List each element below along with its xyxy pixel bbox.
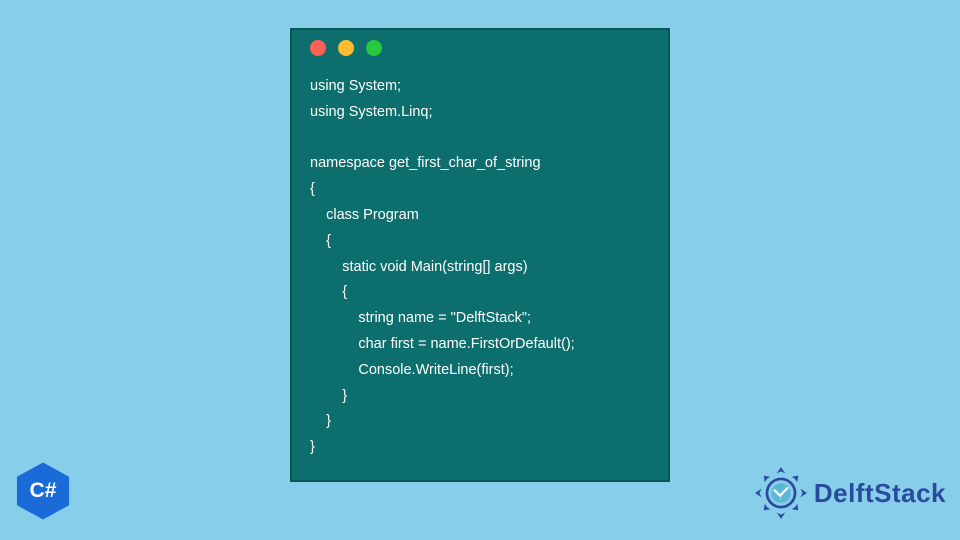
maximize-icon[interactable] — [366, 40, 382, 56]
delftstack-emblem-icon: / — [754, 466, 808, 520]
delftstack-brand-text: DelftStack — [814, 478, 946, 509]
close-icon[interactable] — [310, 40, 326, 56]
code-block: using System; using System.Linq; namespa… — [292, 66, 668, 479]
delftstack-logo: / DelftStack — [754, 466, 946, 520]
window-titlebar — [292, 30, 668, 66]
code-window: using System; using System.Linq; namespa… — [290, 28, 670, 482]
csharp-badge: C# — [12, 460, 74, 522]
csharp-label: C# — [30, 479, 57, 502]
minimize-icon[interactable] — [338, 40, 354, 56]
